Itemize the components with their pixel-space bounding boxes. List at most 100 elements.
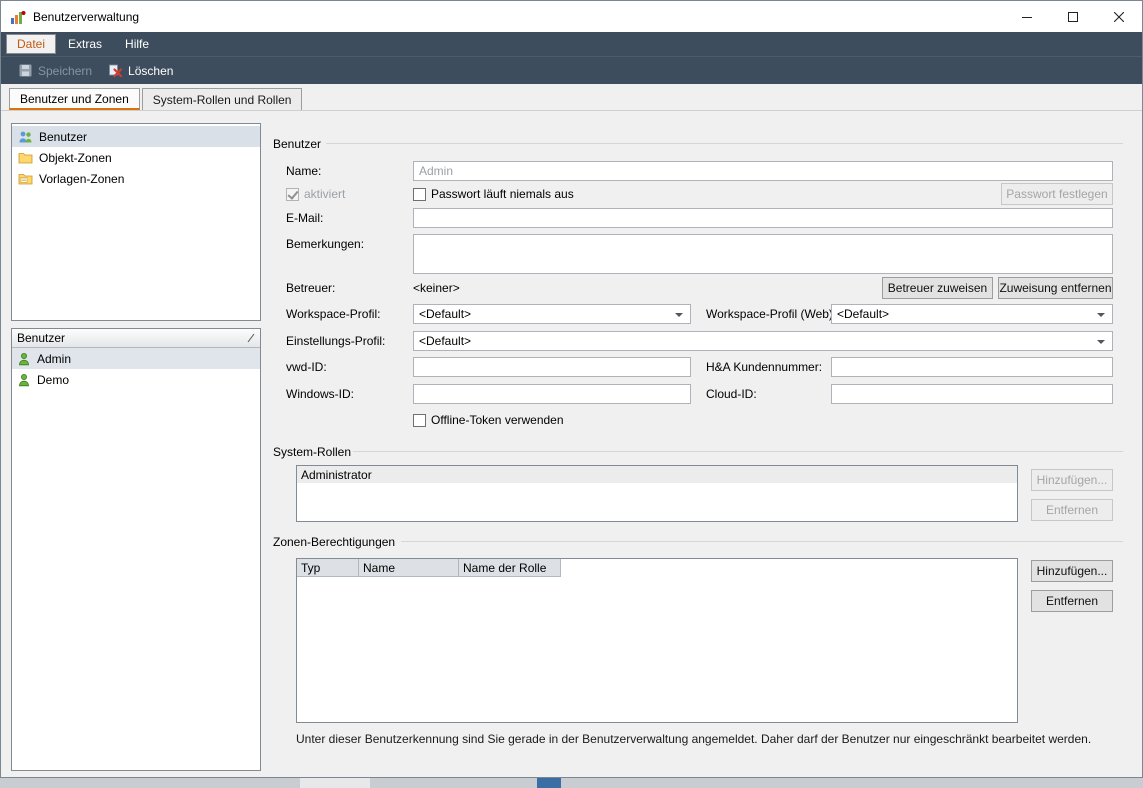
- titlebar: Benutzerverwaltung: [1, 1, 1142, 32]
- close-button[interactable]: [1096, 1, 1142, 32]
- user-list-header-label: Benutzer: [17, 331, 65, 345]
- user-list-item-label: Demo: [37, 373, 69, 387]
- group-title-system-rollen: System-Rollen: [273, 445, 351, 459]
- navigation-tree: Benutzer Objekt-Zonen Vorlagen-Zone: [11, 123, 261, 321]
- workspace-profil-web-label: Workspace-Profil (Web):: [706, 307, 836, 321]
- ha-kundennummer-input[interactable]: [831, 357, 1113, 377]
- betreuer-value: <keiner>: [413, 281, 460, 295]
- user-icon: [17, 352, 31, 366]
- close-icon: [1114, 12, 1124, 22]
- tab-benutzer-und-zonen[interactable]: Benutzer und Zonen: [9, 88, 140, 110]
- user-list: Benutzer Admin Demo: [11, 328, 261, 771]
- passwort-niemals-label: Passwort läuft niemals aus: [431, 187, 574, 201]
- template-folder-icon: [18, 172, 33, 185]
- windows-id-input[interactable]: [413, 384, 691, 404]
- system-rolle-item-administrator[interactable]: Administrator: [297, 466, 1017, 483]
- window-controls: [1004, 1, 1142, 32]
- menu-item-datei[interactable]: Datei: [6, 34, 56, 54]
- vwd-id-input[interactable]: [413, 357, 691, 377]
- name-label: Name:: [286, 164, 321, 178]
- aktiviert-checkbox[interactable]: aktiviert: [286, 187, 345, 201]
- app-window: Benutzerverwaltung Datei Extras Hilfe: [0, 0, 1143, 778]
- workspace-profil-web-select[interactable]: <Default>: [831, 304, 1113, 324]
- user-list-header[interactable]: Benutzer: [12, 329, 260, 348]
- save-icon: [18, 63, 33, 78]
- email-input[interactable]: [413, 208, 1113, 228]
- tree-item-label: Benutzer: [39, 130, 87, 144]
- screen: Benutzerverwaltung Datei Extras Hilfe: [0, 0, 1143, 788]
- group-title-zonen-berechtigungen: Zonen-Berechtigungen: [273, 535, 395, 549]
- tree-item-label: Objekt-Zonen: [39, 151, 112, 165]
- menu-item-hilfe[interactable]: Hilfe: [114, 34, 160, 54]
- checkbox-unchecked-icon: [413, 188, 426, 201]
- bemerkungen-label: Bemerkungen:: [286, 237, 364, 251]
- maximize-icon: [1068, 12, 1078, 22]
- email-label: E-Mail:: [286, 211, 323, 225]
- cloud-id-label: Cloud-ID:: [706, 387, 757, 401]
- users-group-icon: [18, 130, 33, 144]
- passwort-niemals-checkbox[interactable]: Passwort läuft niemals aus: [413, 187, 574, 201]
- aktiviert-label: aktiviert: [304, 187, 345, 201]
- zonen-hinzufuegen-button[interactable]: Hinzufügen...: [1031, 560, 1113, 582]
- system-rollen-entfernen-button[interactable]: Entfernen: [1031, 499, 1113, 521]
- tree-item-vorlagen-zonen[interactable]: Vorlagen-Zonen: [12, 168, 260, 189]
- maximize-button[interactable]: [1050, 1, 1096, 32]
- workspace-profil-label: Workspace-Profil:: [286, 307, 380, 321]
- betreuer-label: Betreuer:: [286, 281, 335, 295]
- workspace-profil-select[interactable]: <Default>: [413, 304, 691, 324]
- zuweisung-entfernen-button[interactable]: Zuweisung entfernen: [998, 277, 1113, 299]
- windows-id-label: Windows-ID:: [286, 387, 354, 401]
- tree-item-benutzer[interactable]: Benutzer: [12, 126, 260, 147]
- zonen-berechtigungen-table[interactable]: Typ Name Name der Rolle: [296, 558, 1018, 723]
- column-header-name[interactable]: Name: [359, 559, 459, 577]
- user-list-item-admin[interactable]: Admin: [12, 348, 260, 369]
- einstellungs-profil-label: Einstellungs-Profil:: [286, 334, 385, 348]
- system-rollen-listbox[interactable]: Administrator: [296, 465, 1018, 522]
- minimize-icon: [1022, 12, 1032, 22]
- menu-item-extras[interactable]: Extras: [57, 34, 113, 54]
- name-input[interactable]: Admin: [413, 161, 1113, 181]
- user-list-item-demo[interactable]: Demo: [12, 369, 260, 390]
- save-button[interactable]: Speichern: [10, 60, 100, 81]
- tree-item-label: Vorlagen-Zonen: [39, 172, 124, 186]
- toolbar: Speichern Löschen: [1, 56, 1142, 84]
- taskbar-fragment: [300, 778, 370, 788]
- window-title: Benutzerverwaltung: [33, 10, 139, 24]
- bemerkungen-textarea[interactable]: [413, 234, 1113, 274]
- user-list-item-label: Admin: [37, 352, 71, 366]
- delete-button[interactable]: Löschen: [100, 60, 181, 81]
- zonen-table-header: Typ Name Name der Rolle: [297, 559, 1017, 577]
- cloud-id-input[interactable]: [831, 384, 1113, 404]
- folder-icon: [18, 151, 33, 164]
- vwd-id-label: vwd-ID:: [286, 360, 327, 374]
- app-icon: [10, 9, 26, 25]
- group-rule: [401, 541, 1123, 542]
- group-title-benutzer: Benutzer: [273, 137, 321, 151]
- offline-token-checkbox[interactable]: Offline-Token verwenden: [413, 413, 564, 427]
- save-button-label: Speichern: [38, 64, 92, 78]
- group-rule: [353, 451, 1123, 452]
- offline-token-label: Offline-Token verwenden: [431, 413, 564, 427]
- ha-kundennummer-label: H&A Kundennummer:: [706, 360, 822, 374]
- group-rule: [326, 143, 1123, 144]
- user-icon: [17, 373, 31, 387]
- taskbar-fragment: [537, 778, 561, 788]
- minimize-button[interactable]: [1004, 1, 1050, 32]
- menubar: Datei Extras Hilfe: [1, 32, 1142, 56]
- checkbox-unchecked-icon: [413, 414, 426, 427]
- system-rollen-hinzufuegen-button[interactable]: Hinzufügen...: [1031, 469, 1113, 491]
- taskbar-strip: [0, 778, 1143, 788]
- column-header-typ[interactable]: Typ: [297, 559, 359, 577]
- einstellungs-profil-select[interactable]: <Default>: [413, 331, 1113, 351]
- tree-item-objekt-zonen[interactable]: Objekt-Zonen: [12, 147, 260, 168]
- passwort-festlegen-button[interactable]: Passwort festlegen: [1001, 183, 1113, 205]
- tabstrip: Benutzer und Zonen System-Rollen und Rol…: [1, 84, 1142, 111]
- tab-system-rollen-und-rollen[interactable]: System-Rollen und Rollen: [142, 88, 303, 110]
- footer-note: Unter dieser Benutzerkennung sind Sie ge…: [296, 732, 1091, 746]
- betreuer-zuweisen-button[interactable]: Betreuer zuweisen: [882, 277, 993, 299]
- main-content: Benutzer Objekt-Zonen Vorlagen-Zone: [1, 111, 1142, 777]
- column-header-name-der-rolle[interactable]: Name der Rolle: [459, 559, 561, 577]
- zonen-entfernen-button[interactable]: Entfernen: [1031, 590, 1113, 612]
- sort-indicator-icon: [247, 333, 255, 343]
- delete-icon: [108, 63, 123, 78]
